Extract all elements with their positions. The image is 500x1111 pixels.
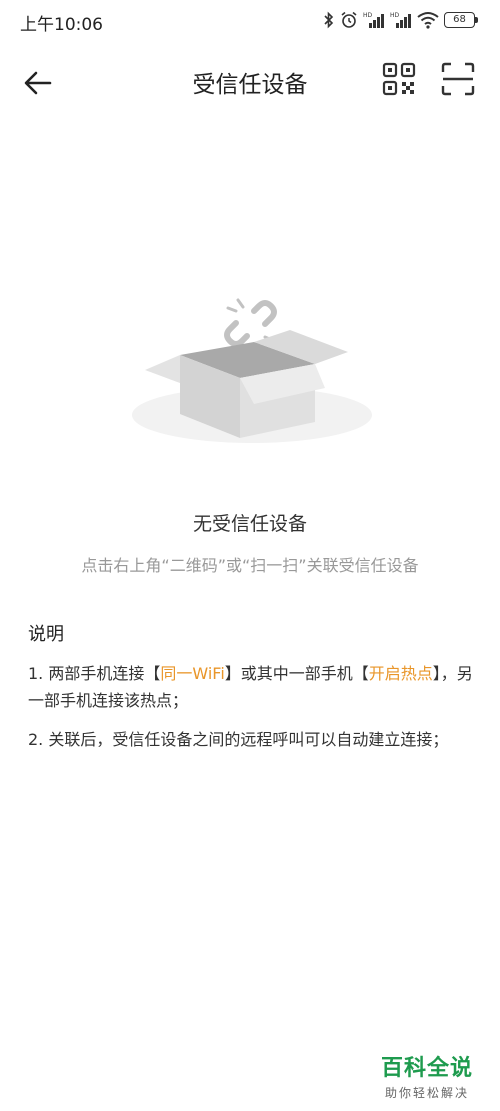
description-item-1-text: 】或其中一部手机【 <box>224 664 369 683</box>
description-item-1-text: 1. 两部手机连接【 <box>28 664 161 683</box>
status-bar: 上午10:06 HD HD 68 <box>0 0 500 42</box>
wifi-icon <box>417 12 439 29</box>
qr-code-icon <box>382 62 416 96</box>
description-section: 说明 1. 两部手机连接【同一WiFi】或其中一部手机【开启热点】，另一部手机连… <box>28 620 478 765</box>
watermark-sub: 助你轻松解决 <box>384 1086 469 1100</box>
battery-icon: 68 <box>444 12 478 28</box>
signal-hd-icon: HD <box>390 12 411 28</box>
highlight-hotspot: 开启热点 <box>368 664 433 683</box>
watermark-main: 百科全说 <box>380 1056 473 1081</box>
page-title: 受信任设备 <box>192 72 308 98</box>
empty-box-illustration <box>120 280 380 460</box>
description-item-1: 1. 两部手机连接【同一WiFi】或其中一部手机【开启热点】，另一部手机连接该热… <box>28 660 478 714</box>
description-item-2: 2. 关联后，受信任设备之间的远程呼叫可以自动建立连接； <box>28 730 449 749</box>
alarm-icon <box>341 11 357 28</box>
empty-state-title: 无受信任设备 <box>192 513 307 535</box>
svg-text:HD: HD <box>390 12 400 19</box>
back-button[interactable] <box>20 67 56 99</box>
svg-text:HD: HD <box>363 12 373 19</box>
signal-hd-icon: HD <box>363 12 384 28</box>
empty-state-hint: 点击右上角“二维码”或“扫一扫”关联受信任设备 <box>81 556 419 575</box>
arrow-left-icon <box>24 71 52 95</box>
status-icons: HD HD 68 <box>323 9 478 31</box>
bluetooth-icon <box>324 11 334 29</box>
description-title: 说明 <box>28 624 64 645</box>
qr-code-button[interactable] <box>381 61 417 97</box>
watermark: 百科全说 助你轻松解决 <box>372 1050 482 1101</box>
header: 受信任设备 <box>0 55 500 109</box>
highlight-same-wifi: 同一WiFi <box>160 664 225 683</box>
scan-button[interactable] <box>440 61 476 97</box>
broken-link-box-icon <box>132 298 372 443</box>
status-time: 上午10:06 <box>20 15 103 35</box>
battery-level: 68 <box>453 14 466 25</box>
scan-icon <box>441 62 475 96</box>
